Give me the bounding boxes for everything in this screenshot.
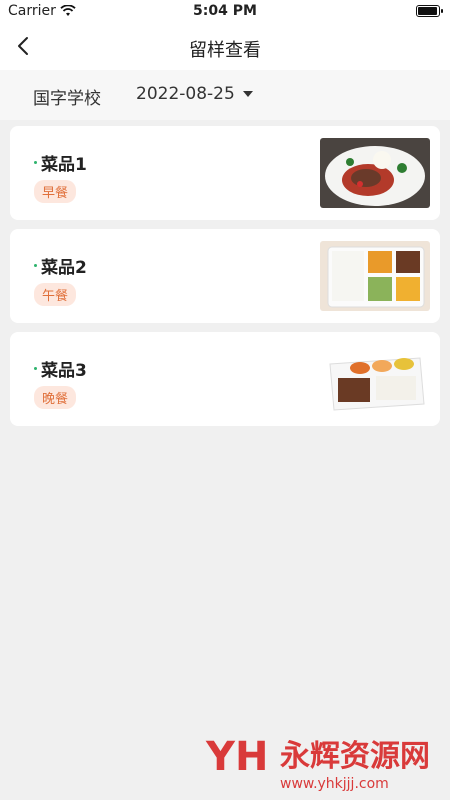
dish-name-text: 菜品3 bbox=[41, 361, 87, 381]
dish-image[interactable] bbox=[320, 138, 430, 208]
dish-name-text: 菜品2 bbox=[41, 258, 87, 278]
list-item[interactable]: 菜品3 晚餐 bbox=[10, 332, 440, 426]
meal-badge: 晚餐 bbox=[34, 386, 77, 409]
status-bar: Carrier 5:04 PM bbox=[0, 0, 450, 24]
date-value: 2022-08-25 bbox=[136, 84, 235, 104]
dish-image[interactable] bbox=[320, 344, 430, 414]
dot-icon bbox=[34, 367, 37, 370]
dish-name: 菜品2 bbox=[34, 253, 87, 278]
meal-badge: 午餐 bbox=[34, 283, 77, 306]
list-item[interactable]: 菜品1 早餐 bbox=[10, 126, 440, 220]
dish-list: 菜品1 早餐 菜品2 午餐 菜品3 晚餐 bbox=[10, 126, 440, 435]
dish-name: 菜品1 bbox=[34, 150, 87, 175]
filter-bar: 国字学校 2022-08-25 bbox=[0, 70, 450, 120]
list-item[interactable]: 菜品2 午餐 bbox=[10, 229, 440, 323]
svg-text:YH: YH bbox=[205, 734, 268, 780]
school-selector[interactable]: 国字学校 bbox=[33, 84, 101, 109]
dish-name-text: 菜品1 bbox=[41, 155, 87, 175]
page-title: 留样查看 bbox=[189, 40, 261, 61]
status-right bbox=[416, 5, 443, 17]
dot-icon bbox=[34, 264, 37, 267]
date-selector[interactable]: 2022-08-25 bbox=[136, 84, 253, 104]
caret-down-icon bbox=[242, 91, 253, 97]
nav-bar: 留样查看 bbox=[0, 24, 450, 70]
watermark-brand: 永辉资源网 bbox=[280, 739, 430, 774]
dish-image[interactable] bbox=[320, 241, 430, 311]
watermark-url: www.yhkjjj.com bbox=[280, 776, 389, 792]
dot-icon bbox=[34, 161, 37, 164]
dish-name: 菜品3 bbox=[34, 356, 87, 381]
battery-icon bbox=[416, 5, 443, 17]
meal-badge: 早餐 bbox=[34, 180, 77, 203]
watermark-logo: YH 永辉资源网 www.yhkjjj.com bbox=[205, 734, 430, 792]
status-time: 5:04 PM bbox=[193, 3, 257, 19]
